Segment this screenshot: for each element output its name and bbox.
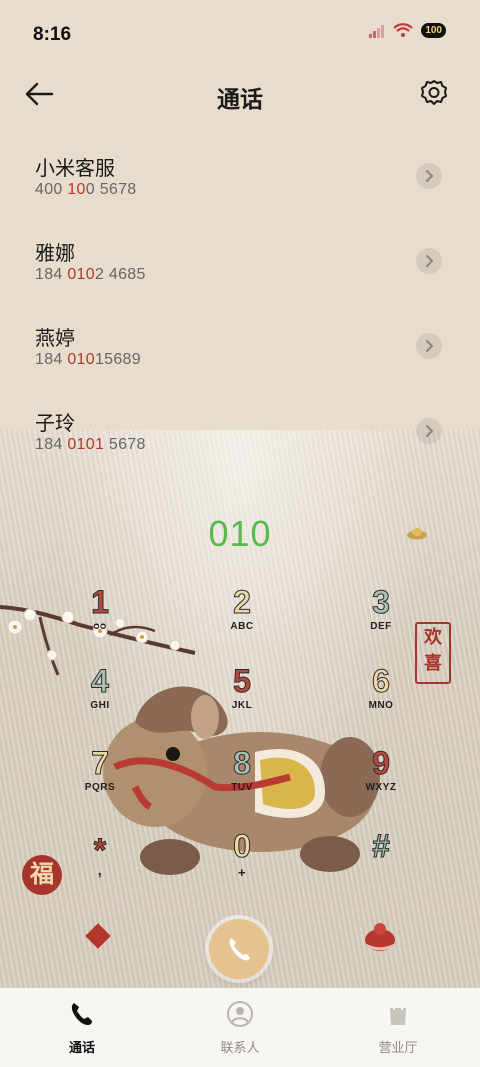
dial-key-8[interactable]: 8 TUV [192, 745, 292, 815]
status-icons: 100 [369, 23, 446, 38]
tab-label: 联系人 [220, 1040, 260, 1055]
key-letters: ABC [230, 621, 254, 632]
dial-key-3[interactable]: 3 DEF [331, 584, 431, 654]
recent-calls-list: 小米客服 400 100 5678 雅娜 184 0102 4685 燕婷 18… [0, 140, 480, 480]
key-digit: 6 [372, 663, 391, 700]
key-digit: 0 [233, 828, 252, 865]
call-name: 小米客服 [35, 158, 115, 180]
dial-key-6[interactable]: 6 MNO [331, 663, 431, 733]
status-time: 8:16 [33, 24, 72, 45]
call-number: 184 0101 5678 [35, 436, 146, 453]
battery-indicator: 100 [421, 23, 446, 38]
wifi-icon [393, 23, 414, 37]
bottom-tab-bar: 通话 联系人 营业厅 [0, 988, 480, 1067]
call-name: 子玲 [35, 413, 75, 435]
call-number: 184 0102 4685 [35, 266, 146, 283]
call-item[interactable]: 雅娜 184 0102 4685 [0, 225, 480, 310]
call-detail-button[interactable] [416, 163, 442, 189]
key-digit: 3 [372, 584, 391, 621]
tab-label: 营业厅 [378, 1040, 418, 1055]
call-name: 雅娜 [35, 243, 75, 265]
contact-person-icon [227, 1001, 253, 1027]
dial-key-0[interactable]: 0 + [192, 828, 292, 898]
shopping-bag-icon [390, 1003, 406, 1025]
tab-label: 通话 [68, 1040, 95, 1055]
key-digit: 1 [91, 584, 110, 621]
page-title: 通话 [217, 86, 263, 112]
signal-icon [369, 24, 385, 38]
tab-service-hall[interactable]: 营业厅 [343, 1000, 453, 1056]
red-pouch-decoration [364, 923, 396, 951]
chevron-right-icon [426, 340, 434, 352]
status-bar: 8:16 100 [0, 0, 480, 64]
dial-key-1[interactable]: 1 ᴑᴑ [50, 584, 150, 654]
key-letters: ᴑᴑ [93, 621, 107, 632]
header-bar: 通话 [0, 64, 480, 124]
key-digit: 5 [233, 663, 252, 700]
key-letters: , [97, 862, 103, 878]
dial-key-4[interactable]: 4 GHI [50, 663, 150, 733]
call-number: 400 100 5678 [35, 181, 137, 198]
key-digit: 4 [91, 663, 110, 700]
tab-calls[interactable]: 通话 [27, 1000, 137, 1056]
key-digit: 9 [372, 745, 391, 782]
chevron-right-icon [426, 170, 434, 182]
call-number: 184 01015689 [35, 351, 141, 368]
key-letters: PQRS [84, 782, 116, 793]
gold-ingot-decoration [407, 528, 427, 540]
dial-key-9[interactable]: 9 WXYZ [331, 745, 431, 815]
call-detail-button[interactable] [416, 248, 442, 274]
key-letters: GHI [90, 700, 110, 711]
settings-button[interactable] [419, 78, 449, 108]
key-digit: # [372, 828, 391, 865]
dial-key-7[interactable]: 7 PQRS [50, 745, 150, 815]
phone-icon [229, 938, 250, 961]
key-digit: 7 [91, 745, 110, 782]
call-item[interactable]: 子玲 184 0101 5678 [0, 395, 480, 480]
call-item[interactable]: 小米客服 400 100 5678 [0, 140, 480, 225]
call-button[interactable] [209, 919, 269, 979]
key-letters: MNO [368, 700, 394, 711]
key-letters: WXYZ [365, 782, 397, 793]
dial-key-2[interactable]: 2 ABC [192, 584, 292, 654]
key-letters: DEF [370, 621, 392, 632]
call-detail-button[interactable] [416, 418, 442, 444]
chevron-right-icon [426, 255, 434, 267]
call-name: 燕婷 [35, 328, 75, 350]
call-item[interactable]: 燕婷 184 01015689 [0, 310, 480, 395]
key-letters: JKL [231, 700, 253, 711]
chevron-right-icon [426, 425, 434, 437]
phone-icon [71, 1003, 92, 1025]
key-digit: 8 [233, 745, 252, 782]
dial-key-5[interactable]: 5 JKL [192, 663, 292, 733]
key-letters: TUV [231, 782, 253, 793]
dial-key-star[interactable]: *, [50, 832, 150, 902]
tab-contacts[interactable]: 联系人 [185, 1000, 295, 1056]
key-digit: 2 [233, 584, 252, 621]
key-letters: + [237, 865, 247, 880]
gear-icon [421, 80, 447, 105]
call-detail-button[interactable] [416, 333, 442, 359]
dial-key-hash[interactable]: # [331, 828, 431, 898]
